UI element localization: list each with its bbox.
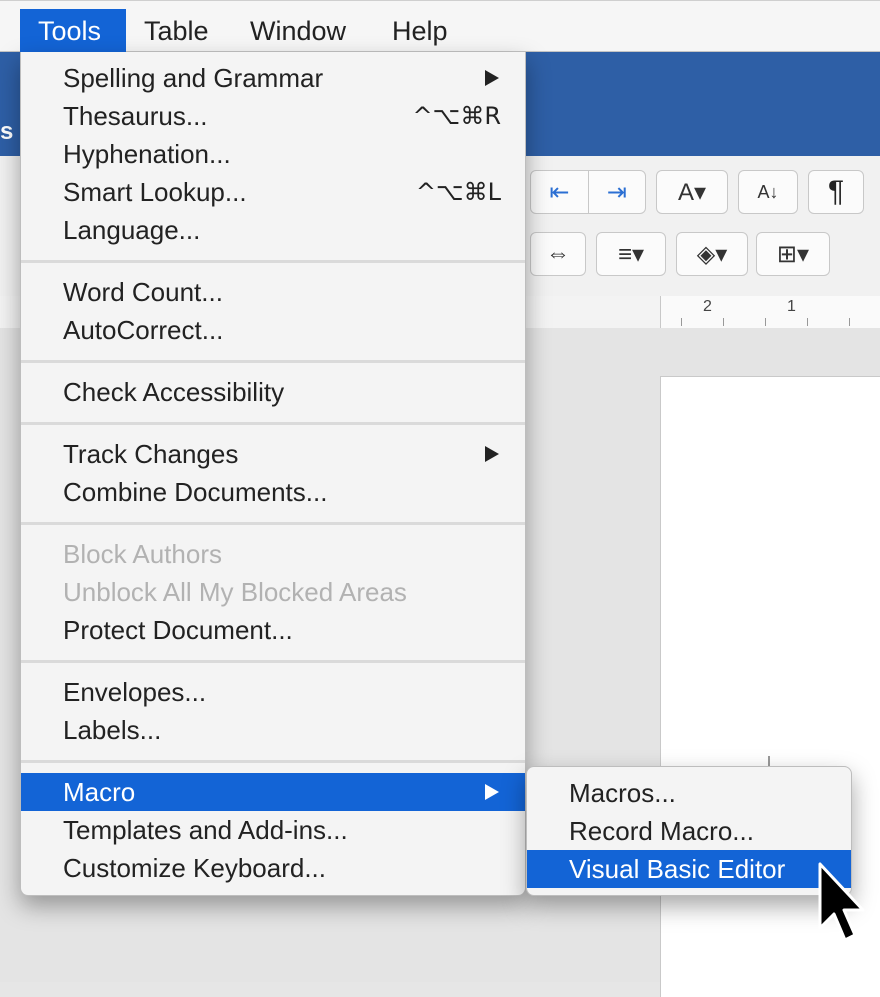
ruler-label: 1 bbox=[787, 298, 796, 315]
menu-item-protect-document[interactable]: Protect Document... bbox=[21, 611, 525, 649]
ruler-scale: 2 1 bbox=[660, 296, 880, 328]
menu-bar: Tools Table Window Help bbox=[0, 0, 880, 53]
menu-item-check-accessibility[interactable]: Check Accessibility bbox=[21, 373, 525, 411]
submenu-item-macros[interactable]: Macros... bbox=[527, 774, 851, 812]
text-direction-icon: A▾ bbox=[677, 178, 707, 206]
decrease-indent-icon[interactable]: ⇤ bbox=[531, 178, 588, 207]
menu-item-word-count[interactable]: Word Count... bbox=[21, 273, 525, 311]
sort-icon: A↓ bbox=[757, 181, 779, 202]
menu-item-label: Macros... bbox=[569, 778, 676, 808]
sort-button[interactable]: A↓ bbox=[738, 170, 798, 214]
menu-separator bbox=[21, 360, 525, 363]
menu-item-language[interactable]: Language... bbox=[21, 211, 525, 249]
menu-item-hyphenation[interactable]: Hyphenation... bbox=[21, 135, 525, 173]
text-direction-button[interactable]: A▾ bbox=[656, 170, 728, 214]
menubar-help[interactable]: Help bbox=[374, 9, 466, 53]
menubar-table[interactable]: Table bbox=[126, 9, 227, 53]
menu-item-track-changes[interactable]: Track Changes bbox=[21, 435, 525, 473]
menu-item-labels[interactable]: Labels... bbox=[21, 711, 525, 749]
line-spacing-button[interactable]: ≡▾ bbox=[596, 232, 666, 276]
keyboard-shortcut: ^⌥⌘L bbox=[415, 178, 501, 206]
menu-item-label: Unblock All My Blocked Areas bbox=[63, 577, 407, 607]
tools-menu: Spelling and Grammar Thesaurus... ^⌥⌘R H… bbox=[20, 52, 526, 896]
menu-item-label: Smart Lookup... bbox=[63, 177, 247, 207]
shading-icon: ◈▾ bbox=[696, 240, 728, 268]
menu-item-block-authors: Block Authors bbox=[21, 535, 525, 573]
menu-item-label: Thesaurus... bbox=[63, 101, 208, 131]
menu-item-label: Visual Basic Editor bbox=[569, 854, 786, 884]
menu-item-label: Record Macro... bbox=[569, 816, 754, 846]
paragraph-marks-icon: ¶ bbox=[827, 175, 845, 208]
increase-indent-icon[interactable]: ⇥ bbox=[588, 178, 645, 207]
mouse-pointer-icon bbox=[818, 862, 865, 942]
menu-item-label: Check Accessibility bbox=[63, 377, 285, 407]
distributed-icon: ⇔ bbox=[546, 240, 570, 267]
line-spacing-icon: ≡▾ bbox=[617, 240, 645, 268]
menu-item-thesaurus[interactable]: Thesaurus... ^⌥⌘R bbox=[21, 97, 525, 135]
menu-item-label: Word Count... bbox=[63, 277, 223, 307]
menu-item-label: Customize Keyboard... bbox=[63, 853, 327, 883]
titlebar-edge-text: s bbox=[0, 118, 14, 145]
menu-item-label: Hyphenation... bbox=[63, 139, 231, 169]
borders-icon: ⊞▾ bbox=[776, 240, 810, 268]
menu-item-macro[interactable]: Macro bbox=[21, 773, 525, 811]
submenu-arrow-icon bbox=[485, 446, 499, 462]
borders-button[interactable]: ⊞▾ bbox=[756, 232, 830, 276]
distributed-button[interactable]: ⇔ bbox=[530, 232, 586, 276]
menu-item-customize-keyboard[interactable]: Customize Keyboard... bbox=[21, 849, 525, 887]
menu-item-label: Macro bbox=[63, 777, 136, 807]
paragraph-marks-button[interactable]: ¶ bbox=[808, 170, 864, 214]
submenu-arrow-icon bbox=[485, 784, 499, 800]
menu-separator bbox=[21, 760, 525, 763]
menu-item-autocorrect[interactable]: AutoCorrect... bbox=[21, 311, 525, 349]
menu-item-label: AutoCorrect... bbox=[63, 315, 224, 345]
submenu-item-record-macro[interactable]: Record Macro... bbox=[527, 812, 851, 850]
menubar-window[interactable]: Window bbox=[232, 9, 364, 53]
indent-button-group: ⇤ ⇥ bbox=[530, 170, 646, 214]
submenu-item-visual-basic-editor[interactable]: Visual Basic Editor bbox=[527, 850, 851, 888]
menu-item-combine-documents[interactable]: Combine Documents... bbox=[21, 473, 525, 511]
menu-item-label: Templates and Add-ins... bbox=[63, 815, 348, 845]
menu-separator bbox=[21, 522, 525, 525]
menu-item-label: Language... bbox=[63, 215, 201, 245]
shading-button[interactable]: ◈▾ bbox=[676, 232, 748, 276]
menu-item-label: Track Changes bbox=[63, 439, 239, 469]
menu-separator bbox=[21, 660, 525, 663]
menu-item-spelling-and-grammar[interactable]: Spelling and Grammar bbox=[21, 59, 525, 97]
menu-item-label: Labels... bbox=[63, 715, 162, 745]
menu-item-label: Block Authors bbox=[63, 539, 222, 569]
menu-item-label: Combine Documents... bbox=[63, 477, 328, 507]
submenu-arrow-icon bbox=[485, 70, 499, 86]
menu-item-label: Spelling and Grammar bbox=[63, 63, 324, 93]
menu-item-label: Protect Document... bbox=[63, 615, 293, 645]
menu-item-unblock-all: Unblock All My Blocked Areas bbox=[21, 573, 525, 611]
menubar-tools[interactable]: Tools bbox=[20, 9, 126, 53]
menu-separator bbox=[21, 422, 525, 425]
menu-separator bbox=[21, 260, 525, 263]
menu-item-smart-lookup[interactable]: Smart Lookup... ^⌥⌘L bbox=[21, 173, 525, 211]
menu-item-label: Envelopes... bbox=[63, 677, 207, 707]
ruler-label: 2 bbox=[703, 298, 712, 315]
macro-submenu: Macros... Record Macro... Visual Basic E… bbox=[526, 766, 852, 896]
menu-item-envelopes[interactable]: Envelopes... bbox=[21, 673, 525, 711]
keyboard-shortcut: ^⌥⌘R bbox=[412, 102, 501, 130]
menu-item-templates-and-add-ins[interactable]: Templates and Add-ins... bbox=[21, 811, 525, 849]
